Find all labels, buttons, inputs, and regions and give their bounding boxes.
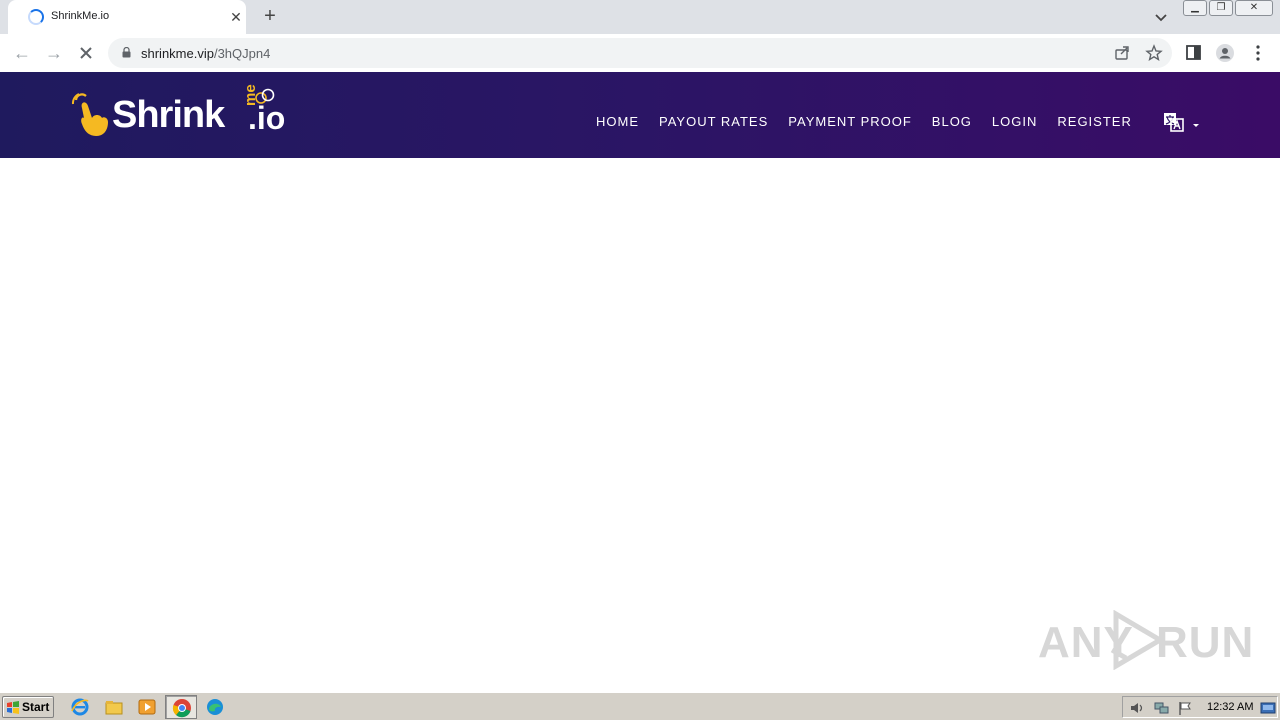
start-button[interactable]: Start	[2, 696, 54, 718]
internet-explorer-icon[interactable]	[70, 697, 90, 717]
windows-flag-icon	[7, 701, 19, 714]
url-path: /3hQJpn4	[213, 46, 271, 61]
url-text: shrinkme.vip/3hQJpn4	[141, 46, 270, 61]
nav-home[interactable]: HOME	[596, 114, 639, 129]
new-tab-button[interactable]: +	[259, 5, 281, 27]
browser-menu-icon[interactable]	[1248, 43, 1268, 63]
lock-icon	[122, 47, 131, 58]
site-header: Shrink me .io HOME PAYOUT RATES PAYMENT …	[0, 72, 1280, 158]
system-tray: 12:32 AM	[1122, 696, 1278, 718]
url-host: shrinkme.vip	[141, 46, 214, 61]
volume-icon[interactable]	[1129, 700, 1145, 716]
back-button[interactable]: ←	[11, 42, 33, 64]
anyrun-watermark: ANY RUN	[1038, 610, 1253, 670]
nav-login[interactable]: LOGIN	[992, 114, 1037, 129]
logo-wordmark: Shrink	[112, 94, 225, 136]
chrome-icon	[172, 699, 191, 718]
browser-tab[interactable]: ShrinkMe.io ✕	[8, 0, 246, 34]
start-label: Start	[22, 700, 50, 714]
restore-button[interactable]: ❐	[1209, 0, 1233, 16]
windows-taskbar: Start 12:32 AM	[0, 692, 1280, 720]
browser-tab-strip: ShrinkMe.io ✕ + ▁ ❐ ✕	[0, 0, 1280, 34]
show-desktop-icon[interactable]	[1260, 700, 1276, 716]
window-close-button[interactable]: ✕	[1235, 0, 1273, 16]
profile-avatar-icon[interactable]	[1215, 43, 1235, 63]
logo-io-text: .io	[248, 100, 286, 136]
minimize-button[interactable]: ▁	[1183, 0, 1207, 16]
action-center-flag-icon[interactable]	[1177, 700, 1193, 716]
side-panel-icon[interactable]	[1184, 43, 1204, 63]
window-controls: ▁ ❐ ✕	[1183, 0, 1275, 18]
nav-payout-rates[interactable]: PAYOUT RATES	[659, 114, 768, 129]
language-selector-icon[interactable]	[1163, 112, 1203, 134]
nav-register[interactable]: REGISTER	[1057, 114, 1131, 129]
loading-spinner-icon	[28, 9, 44, 25]
media-player-icon[interactable]	[137, 697, 157, 717]
network-icon[interactable]	[1153, 700, 1169, 716]
tab-close-icon[interactable]: ✕	[226, 7, 246, 27]
watermark-run-text: RUN	[1156, 618, 1255, 667]
stop-loading-icon[interactable]	[75, 42, 97, 64]
browser-toolbar: ← → shrinkme.vip/3hQJpn4	[0, 34, 1280, 72]
edge-icon[interactable]	[205, 697, 225, 717]
shrinkme-logo[interactable]: Shrink me .io	[70, 84, 310, 140]
tab-title: ShrinkMe.io	[51, 10, 110, 22]
forward-button[interactable]: →	[43, 42, 65, 64]
main-navigation: HOME PAYOUT RATES PAYMENT PROOF BLOG LOG…	[596, 114, 1152, 129]
nav-blog[interactable]: BLOG	[932, 114, 972, 129]
logo-hand-icon	[71, 93, 108, 136]
taskbar-clock[interactable]: 12:32 AM	[1207, 701, 1253, 713]
nav-payment-proof[interactable]: PAYMENT PROOF	[788, 114, 912, 129]
bookmark-star-icon[interactable]	[1145, 44, 1163, 62]
address-bar[interactable]: shrinkme.vip/3hQJpn4	[108, 38, 1172, 68]
file-explorer-icon[interactable]	[104, 697, 124, 717]
share-icon[interactable]	[1113, 44, 1131, 62]
tab-search-chevron-icon[interactable]	[1152, 8, 1170, 26]
chrome-taskbar-button[interactable]	[165, 695, 197, 719]
